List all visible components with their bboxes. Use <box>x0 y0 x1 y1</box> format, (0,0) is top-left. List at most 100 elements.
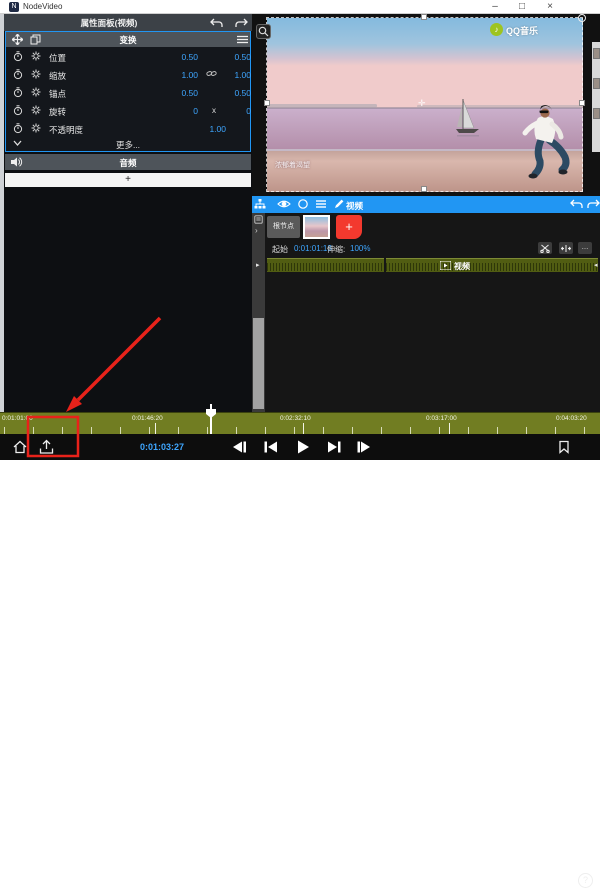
playhead[interactable] <box>210 404 212 434</box>
clipped-thumbnail <box>593 108 600 119</box>
video-clip-icon <box>440 261 451 270</box>
start-label: 起始 <box>272 245 288 254</box>
audio-video-clip-2[interactable]: 视频 <box>386 258 598 272</box>
app-title: NodeVideo <box>23 2 63 11</box>
undo-icon[interactable] <box>210 17 224 29</box>
current-time: 0:01:03:27 <box>139 442 185 452</box>
volume-slider-track[interactable] <box>407 879 475 882</box>
audio-section-header[interactable]: 音频 <box>5 154 251 170</box>
bookmark-button[interactable] <box>556 439 572 455</box>
properties-panel-title: 属性面板(视频) <box>80 18 138 28</box>
list-panel-icon[interactable] <box>254 215 263 224</box>
circle-icon[interactable] <box>297 198 309 210</box>
volume-slider-knob[interactable] <box>400 873 414 887</box>
root-node-button[interactable]: 根节点 <box>267 216 300 238</box>
keyframe-stopwatch-icon[interactable] <box>13 51 23 62</box>
zoom-preview-button[interactable] <box>256 24 271 39</box>
anchor-y-value[interactable]: 0.50 <box>209 88 251 98</box>
qq-music-logo-icon: ♪ <box>490 23 503 36</box>
center-anchor-icon[interactable]: ✛ <box>418 98 426 109</box>
more-properties-row[interactable]: 更多... <box>6 137 250 151</box>
scale-y-value[interactable]: 1.00 <box>209 70 251 80</box>
keyframe-stopwatch-icon[interactable] <box>13 123 23 134</box>
anchor-x-value[interactable]: 0.50 <box>156 88 198 98</box>
add-property-button[interactable]: + <box>5 173 251 187</box>
skip-to-end-button[interactable] <box>325 439 343 455</box>
bottom-toolbar: 0:01:03:27 ? <box>0 434 600 888</box>
cut-scissors-icon[interactable] <box>538 242 552 254</box>
menu-icon[interactable] <box>237 35 248 44</box>
keyframe-stopwatch-icon[interactable] <box>13 69 23 80</box>
add-clip-button[interactable]: + <box>336 215 362 239</box>
track-scroll-left-icon[interactable]: ▸ <box>256 261 260 269</box>
properties-panel-header: 属性面板(视频) <box>4 14 252 31</box>
transform-row-opacity[interactable]: 不透明度 1.00 <box>6 119 250 137</box>
row-label: 锚点 <box>49 89 67 99</box>
chevron-right-icon[interactable]: › <box>255 226 258 235</box>
play-button[interactable] <box>294 439 312 455</box>
minimize-button[interactable]: – <box>484 0 506 13</box>
keyframe-stopwatch-icon[interactable] <box>13 105 23 116</box>
edit-pencil-icon[interactable] <box>333 198 345 210</box>
maximize-button[interactable]: □ <box>511 0 533 13</box>
selection-handle-bottom[interactable] <box>421 186 427 192</box>
gear-icon[interactable] <box>31 69 41 79</box>
home-button[interactable] <box>12 439 28 455</box>
help-button[interactable]: ? <box>578 873 593 888</box>
rotation-handle[interactable] <box>578 14 586 22</box>
keyframe-stopwatch-icon[interactable] <box>13 87 23 98</box>
node-tree-icon[interactable] <box>254 198 266 210</box>
menu-icon[interactable] <box>315 198 327 210</box>
title-bar: N NodeVideo – □ × <box>0 0 600 14</box>
rotation-count-value[interactable]: 0 <box>156 106 198 116</box>
preview-panel: ♪ QQ音乐 浓郁着渴望 ✛ <box>252 14 600 196</box>
vertical-scrollbar[interactable] <box>253 318 264 409</box>
selection-handle-left[interactable] <box>264 100 270 106</box>
scale-x-value[interactable]: 1.00 <box>156 70 198 80</box>
opacity-value[interactable]: 1.00 <box>184 124 226 134</box>
timeline-panel: 视频 › 根节点 + 起始 0:01:01:13 伸缩: 100% … ▸ 视频… <box>252 196 600 412</box>
gear-icon[interactable] <box>31 51 41 61</box>
audio-video-clip-1[interactable] <box>267 258 384 272</box>
ruler-timestamp: 0:04:03:20 <box>556 415 587 422</box>
transform-title: 变换 <box>119 35 137 45</box>
transform-row-rotation[interactable]: 旋转 0 x 0 <box>6 101 251 119</box>
more-options-icon[interactable]: … <box>578 242 592 254</box>
audio-label: 音频 <box>119 158 137 168</box>
export-button[interactable] <box>38 439 55 455</box>
timeline-tab-label[interactable]: 视频 <box>346 200 363 212</box>
app-logo-icon: N <box>9 2 19 12</box>
gear-icon[interactable] <box>31 123 41 133</box>
skip-to-start-button[interactable] <box>262 439 280 455</box>
rotation-degree-value[interactable]: 0 <box>209 106 251 116</box>
ruler-timestamp: 0:01:01:00 <box>2 415 33 422</box>
step-forward-button[interactable] <box>355 439 373 455</box>
eye-icon[interactable] <box>277 198 291 210</box>
trim-icon[interactable] <box>559 242 573 254</box>
clip-thumbnail[interactable] <box>303 215 330 239</box>
step-backward-button[interactable] <box>230 439 248 455</box>
timeline-ruler[interactable]: 0:01:01:00 0:01:46:20 0:02:32:10 0:03:17… <box>0 412 600 434</box>
transform-row-anchor[interactable]: 锚点 0.50 0.50 <box>6 83 251 101</box>
timeline-header: 视频 <box>252 196 600 213</box>
gear-icon[interactable] <box>31 87 41 97</box>
transform-row-scale[interactable]: 缩放 1.00 1.00 <box>6 65 251 83</box>
transform-group-header[interactable]: 变换 <box>6 32 250 47</box>
row-label: 缩放 <box>49 71 67 81</box>
redo-icon[interactable] <box>586 198 600 210</box>
position-x-value[interactable]: 0.50 <box>156 52 198 62</box>
gear-icon[interactable] <box>31 105 41 115</box>
selection-handle-right[interactable] <box>579 100 585 106</box>
stretch-value[interactable]: 100% <box>350 244 370 253</box>
undo-icon[interactable] <box>570 198 584 210</box>
ruler-major-tick <box>155 423 156 434</box>
selection-handle-top[interactable] <box>421 14 427 20</box>
ruler-timestamp: 0:03:17:00 <box>426 415 457 422</box>
transform-row-position[interactable]: 位置 0.50 0.50 <box>6 47 251 65</box>
ruler-timestamp: 0:02:32:10 <box>280 415 311 422</box>
position-y-value[interactable]: 0.50 <box>209 52 251 62</box>
redo-icon[interactable] <box>234 17 248 29</box>
track-scroll-right-icon[interactable]: ◂ <box>594 261 598 269</box>
close-button[interactable]: × <box>539 0 561 13</box>
clipped-thumbnail <box>593 48 600 59</box>
